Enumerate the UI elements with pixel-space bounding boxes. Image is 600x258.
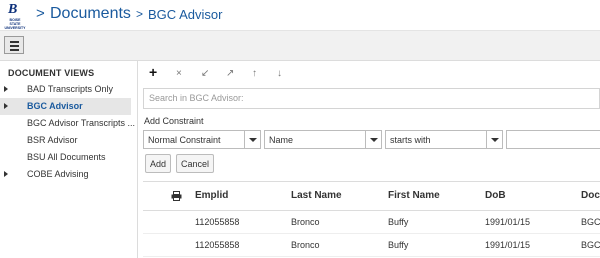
cancel-button[interactable]: Cancel — [176, 154, 214, 173]
sidebar-item-bgc-advisor[interactable]: BGC Advisor — [0, 98, 131, 115]
sidebar-item-bsr-advisor[interactable]: BSR Advisor — [0, 132, 131, 149]
sidebar-title: DOCUMENT VIEWS — [8, 68, 95, 78]
sidebar-item-label: BGC Advisor Transcripts ... — [27, 118, 136, 128]
breadcrumb-documents[interactable]: Documents — [50, 5, 131, 23]
sidebar-item-label: COBE Advising — [27, 169, 89, 179]
constraint-field-value: Name — [269, 135, 294, 145]
sidebar-item-label: BGC Advisor — [27, 101, 83, 111]
column-header-dob[interactable]: DoB — [485, 190, 506, 201]
logo-letter: B — [8, 2, 18, 17]
column-header-last-name[interactable]: Last Name — [291, 190, 342, 201]
breadcrumb-separator: > — [36, 5, 45, 22]
chevron-down-icon[interactable] — [486, 131, 502, 148]
results-grid: Emplid Last Name First Name DoB Doc 1120… — [143, 181, 600, 258]
search-input[interactable]: Search in BGC Advisor: — [143, 88, 600, 109]
remove-icon[interactable]: × — [176, 68, 182, 79]
grid-header: Emplid Last Name First Name DoB Doc — [143, 182, 600, 211]
hamburger-icon[interactable] — [4, 36, 24, 54]
cell-last-name: Bronco — [291, 217, 320, 227]
table-row[interactable]: 112055858 Bronco Buffy 1991/01/15 BGC — [143, 211, 600, 234]
constraint-field-select[interactable]: Name — [264, 130, 382, 149]
add-icon[interactable]: + — [149, 64, 157, 80]
main-panel: + × ↙ ↗ ↑ ↓ Search in BGC Advisor: Add C… — [139, 61, 600, 258]
sidebar-item-bsu-all-documents[interactable]: BSU All Documents — [0, 149, 131, 166]
sidebar-item-label: BSU All Documents — [27, 152, 106, 162]
cell-dob: 1991/01/15 — [485, 240, 531, 250]
table-row[interactable]: 112055858 Bronco Buffy 1991/01/15 BGC — [143, 234, 600, 257]
move-down-icon[interactable]: ↓ — [277, 68, 282, 79]
caret-right-icon[interactable] — [4, 103, 8, 109]
collapse-icon[interactable]: ↙ — [201, 68, 209, 79]
chevron-down-icon[interactable] — [244, 131, 260, 148]
column-header-first-name[interactable]: First Name — [388, 190, 440, 201]
cell-first-name: Buffy — [388, 240, 409, 250]
top-bar: B BOISE STATE UNIVERSITY > Documents > B… — [0, 0, 600, 31]
cell-emplid: 112055858 — [195, 217, 240, 227]
sidebar-item-bad-transcripts[interactable]: BAD Transcripts Only — [0, 81, 131, 98]
move-up-icon[interactable]: ↑ — [252, 68, 257, 79]
column-header-emplid[interactable]: Emplid — [195, 190, 228, 201]
constraint-value-input[interactable] — [506, 130, 600, 149]
toolbar — [0, 31, 600, 61]
add-constraint-label: Add Constraint — [144, 116, 204, 126]
cell-doc: BGC — [581, 240, 600, 250]
sidebar-item-label: BSR Advisor — [27, 135, 78, 145]
print-icon[interactable] — [171, 191, 182, 201]
caret-right-icon[interactable] — [4, 86, 8, 92]
university-logo[interactable]: B BOISE STATE UNIVERSITY — [4, 2, 26, 30]
logo-text: BOISE STATE UNIVERSITY — [4, 18, 26, 30]
column-header-doc[interactable]: Doc — [581, 190, 600, 201]
sidebar-item-label: BAD Transcripts Only — [27, 84, 114, 94]
cell-emplid: 112055858 — [195, 240, 240, 250]
breadcrumb-separator: > — [136, 7, 144, 21]
breadcrumb-current: BGC Advisor — [148, 7, 223, 22]
add-button[interactable]: Add — [145, 154, 171, 173]
constraint-type-select[interactable]: Normal Constraint — [143, 130, 261, 149]
sidebar: DOCUMENT VIEWS BAD Transcripts Only BGC … — [0, 61, 138, 258]
cell-first-name: Buffy — [388, 217, 409, 227]
constraint-operator-value: starts with — [390, 135, 431, 145]
chevron-down-icon[interactable] — [365, 131, 381, 148]
sidebar-item-bgc-advisor-transcripts[interactable]: BGC Advisor Transcripts ... — [0, 115, 135, 132]
expand-icon[interactable]: ↗ — [226, 68, 234, 79]
cell-last-name: Bronco — [291, 240, 320, 250]
caret-right-icon[interactable] — [4, 171, 8, 177]
cell-doc: BGC — [581, 217, 600, 227]
constraint-operator-select[interactable]: starts with — [385, 130, 503, 149]
sidebar-item-cobe-advising[interactable]: COBE Advising — [0, 166, 131, 183]
constraint-type-value: Normal Constraint — [148, 135, 221, 145]
cell-dob: 1991/01/15 — [485, 217, 531, 227]
